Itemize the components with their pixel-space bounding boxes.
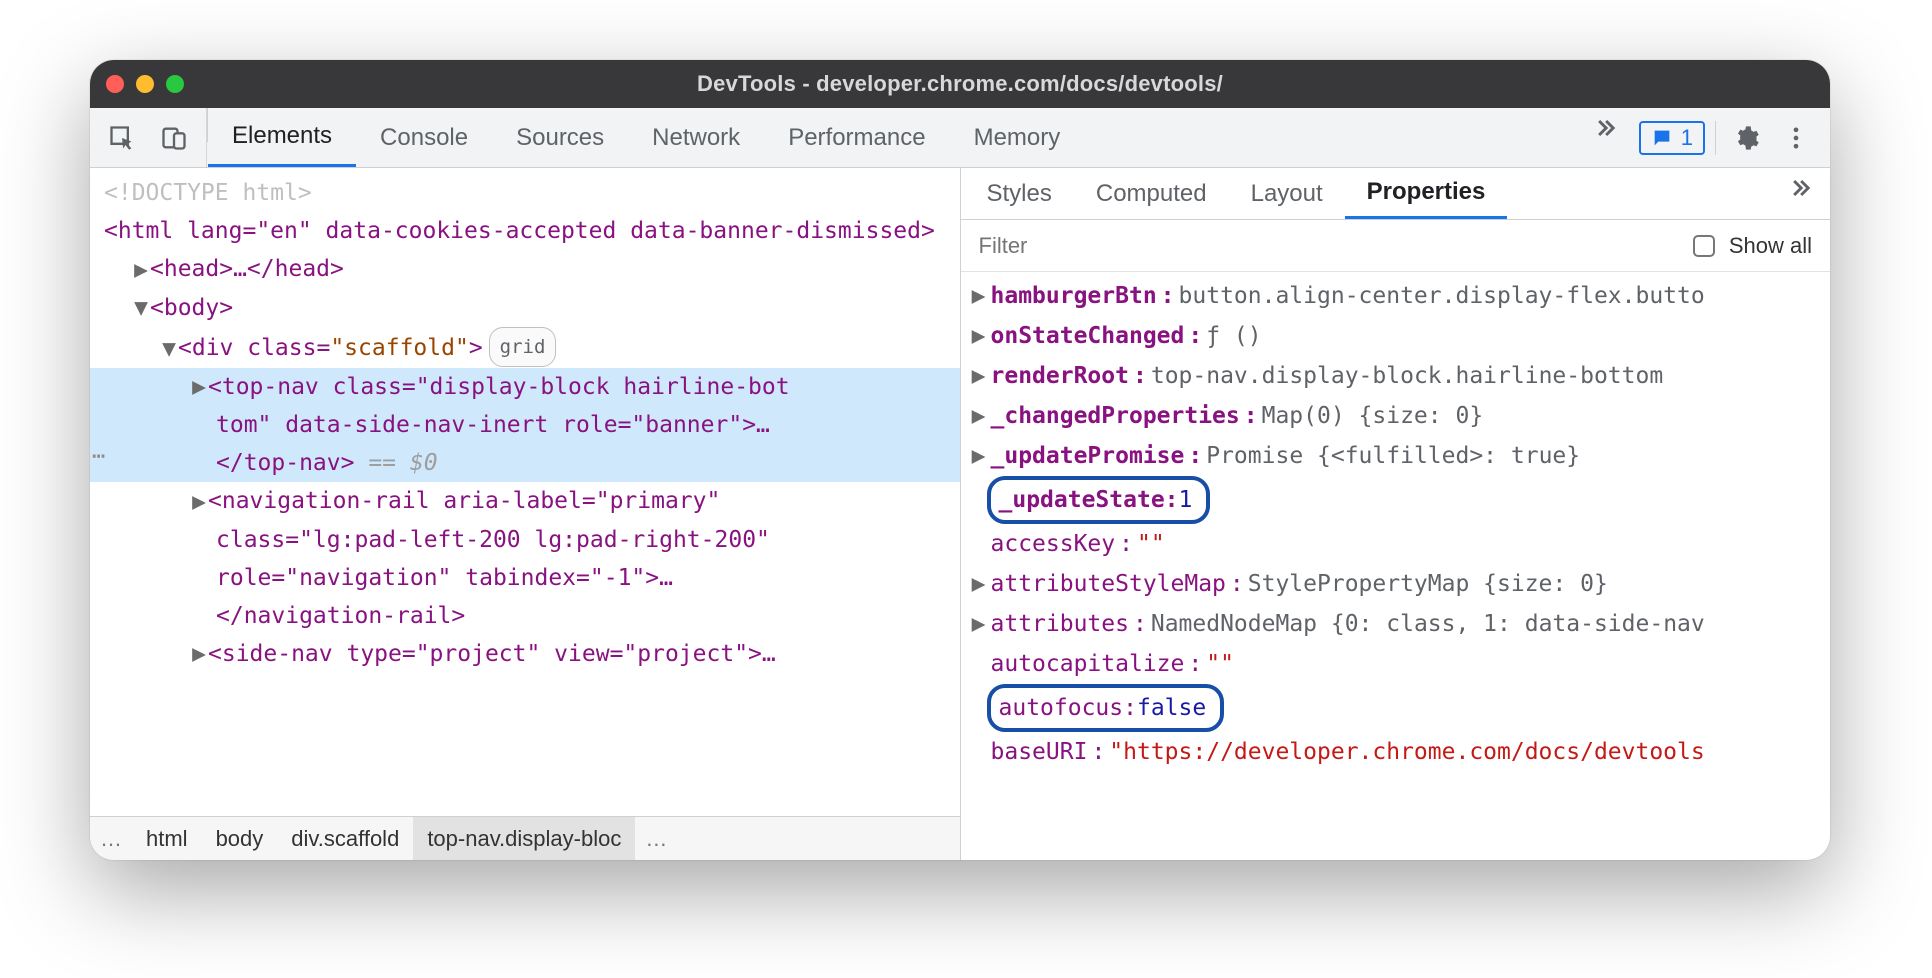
layout-badge[interactable]: grid (489, 327, 557, 367)
dom-node[interactable]: role="navigation" tabindex="-1">… (90, 559, 960, 597)
elements-breadcrumb[interactable]: … htmlbodydiv.scaffoldtop-nav.display-bl… (90, 816, 960, 860)
expand-arrow-icon[interactable]: ▶ (132, 251, 150, 289)
sidebar-tab-properties[interactable]: Properties (1345, 168, 1508, 219)
breadcrumb-item[interactable]: div.scaffold (277, 817, 413, 860)
property-row[interactable]: ▶renderRoot: top-nav.display-block.hairl… (961, 356, 1831, 396)
property-row[interactable]: autofocus: false (961, 684, 1831, 732)
dom-node[interactable]: <html lang="en" data-cookies-accepted da… (90, 212, 960, 250)
dom-node[interactable]: </navigation-rail> (90, 597, 960, 635)
property-row[interactable]: ▶_changedProperties: Map(0) {size: 0} (961, 396, 1831, 436)
expand-arrow-icon[interactable]: ▶ (190, 483, 208, 521)
show-all-label: Show all (1729, 233, 1812, 259)
breadcrumb-item[interactable]: body (202, 817, 278, 860)
main-tab-console[interactable]: Console (356, 108, 492, 167)
sidebar-tab-computed[interactable]: Computed (1074, 168, 1229, 219)
property-row[interactable]: _updateState: 1 (961, 476, 1831, 524)
collapse-arrow-icon[interactable]: ▼ (132, 289, 150, 327)
property-row[interactable]: ▶hamburgerBtn: button.align-center.displ… (961, 276, 1831, 316)
properties-filter-row: Show all (961, 220, 1831, 272)
kebab-menu-icon[interactable] (1776, 118, 1816, 158)
gutter-ellipsis-icon: ⋯ (92, 438, 105, 476)
main-tab-elements[interactable]: Elements (208, 108, 356, 167)
breadcrumb-item[interactable]: html (132, 817, 202, 860)
properties-list[interactable]: ▶hamburgerBtn: button.align-center.displ… (961, 272, 1831, 860)
devtools-window: DevTools - developer.chrome.com/docs/dev… (90, 60, 1830, 860)
dom-node[interactable]: ▶<side-nav type="project" view="project"… (90, 635, 960, 674)
more-tabs-chevron-icon[interactable] (1585, 108, 1625, 148)
settings-gear-icon[interactable] (1726, 118, 1766, 158)
main-tab-performance[interactable]: Performance (764, 108, 949, 167)
breadcrumb-overflow-left[interactable]: … (90, 817, 132, 860)
dom-node[interactable]: ▶<head>…</head> (90, 250, 960, 289)
main-tab-memory[interactable]: Memory (950, 108, 1085, 167)
issues-chip[interactable]: 1 (1639, 121, 1705, 155)
sidebar-subtabs: StylesComputedLayoutProperties (961, 168, 1831, 220)
minimize-window-button[interactable] (136, 75, 154, 93)
property-row[interactable]: ▶attributeStyleMap: StylePropertyMap {si… (961, 564, 1831, 604)
show-all-checkbox[interactable] (1693, 235, 1715, 257)
sidebar-panel: StylesComputedLayoutProperties Show all … (961, 168, 1831, 860)
expand-arrow-icon[interactable]: ▶ (190, 635, 208, 673)
main-tab-sources[interactable]: Sources (492, 108, 628, 167)
dom-node[interactable]: ▶<navigation-rail aria-label="primary" (90, 482, 960, 521)
dom-node[interactable]: <!DOCTYPE html> (90, 174, 960, 212)
more-subtabs-chevron-icon[interactable] (1780, 168, 1820, 208)
sidebar-tab-layout[interactable]: Layout (1229, 168, 1345, 219)
property-row[interactable]: ▶attributes: NamedNodeMap {0: class, 1: … (961, 604, 1831, 644)
property-row[interactable]: baseURI: "https://developer.chrome.com/d… (961, 732, 1831, 772)
breadcrumb-overflow-right[interactable]: … (635, 817, 677, 860)
property-row[interactable]: autocapitalize: "" (961, 644, 1831, 684)
title-bar: DevTools - developer.chrome.com/docs/dev… (90, 60, 1830, 108)
collapse-arrow-icon[interactable]: ▼ (160, 330, 178, 368)
main-tab-network[interactable]: Network (628, 108, 764, 167)
traffic-lights (106, 75, 184, 93)
dom-node[interactable]: ▼<div class="scaffold">grid (90, 327, 960, 368)
maximize-window-button[interactable] (166, 75, 184, 93)
main-tabbar: ElementsConsoleSourcesNetworkPerformance… (90, 108, 1830, 168)
dom-node-selected[interactable]: ▶<top-nav class="display-block hairline-… (90, 368, 960, 407)
property-row[interactable]: ▶_updatePromise: Promise {<fulfilled>: t… (961, 436, 1831, 476)
dollar-zero-hint: == $0 (354, 450, 437, 476)
elements-panel: <!DOCTYPE html> <html lang="en" data-coo… (90, 168, 961, 860)
inspect-element-icon[interactable] (102, 118, 142, 158)
dom-node-selected[interactable]: </top-nav> == $0 (90, 444, 960, 482)
breadcrumb-item[interactable]: top-nav.display-bloc (413, 817, 635, 860)
dom-node-selected[interactable]: tom" data-side-nav-inert role="banner">… (90, 406, 960, 444)
close-window-button[interactable] (106, 75, 124, 93)
issues-count: 1 (1681, 125, 1693, 151)
property-row[interactable]: ▶onStateChanged: ƒ () (961, 316, 1831, 356)
property-row[interactable]: accessKey: "" (961, 524, 1831, 564)
properties-filter-input[interactable] (979, 233, 1679, 259)
dom-tree[interactable]: <!DOCTYPE html> <html lang="en" data-coo… (90, 168, 960, 816)
dom-node[interactable]: ▼<body> (90, 289, 960, 328)
window-title: DevTools - developer.chrome.com/docs/dev… (90, 71, 1830, 97)
expand-arrow-icon[interactable]: ▶ (190, 368, 208, 406)
dom-node[interactable]: class="lg:pad-left-200 lg:pad-right-200" (90, 521, 960, 559)
device-toolbar-icon[interactable] (154, 118, 194, 158)
separator (1715, 121, 1716, 155)
sidebar-tab-styles[interactable]: Styles (965, 168, 1074, 219)
